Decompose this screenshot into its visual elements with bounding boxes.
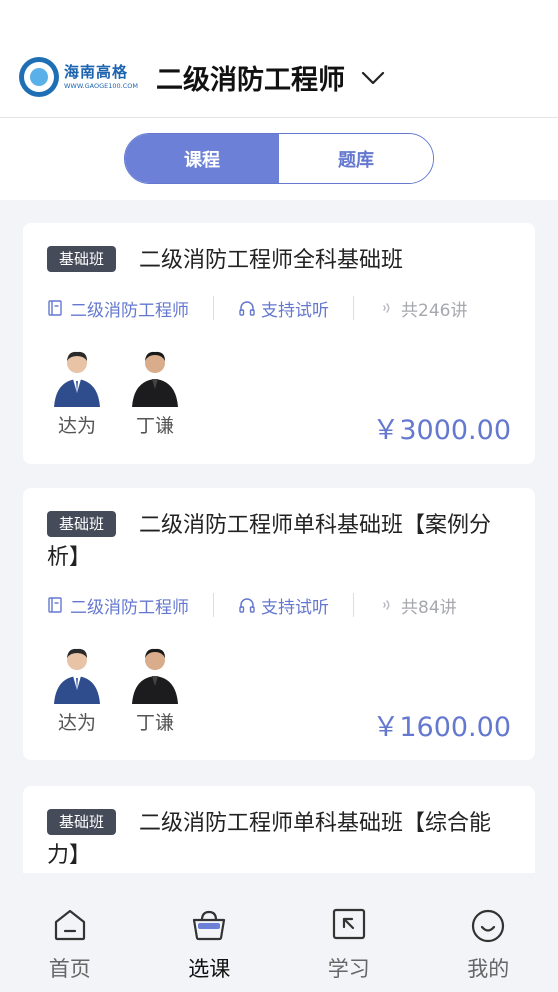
logo-url: WWW.GAOGE100.COM bbox=[64, 82, 138, 90]
teacher[interactable]: 达为 bbox=[47, 646, 107, 736]
course-card[interactable]: 基础班 二级消防工程师单科基础班【案例分析】 二级消防工程师 支持试听 共84讲… bbox=[23, 488, 535, 760]
tab-label: 我的 bbox=[467, 957, 510, 981]
lesson-count: 共84讲 bbox=[401, 597, 457, 618]
page-title: 二级消防工程师 bbox=[156, 65, 345, 96]
home-icon bbox=[54, 909, 85, 941]
tab-courses[interactable]: 课程 bbox=[125, 134, 279, 183]
course-meta: 二级消防工程师 支持试听 共84讲 bbox=[47, 593, 457, 618]
teacher-avatar bbox=[54, 351, 100, 407]
course-title: 二级消防工程师全科基础班 bbox=[139, 248, 404, 273]
basket-icon bbox=[193, 910, 226, 941]
teacher-avatar bbox=[132, 351, 178, 407]
audio-wave-icon bbox=[383, 600, 390, 610]
teacher[interactable]: 丁谦 bbox=[125, 349, 185, 439]
smile-icon bbox=[472, 909, 505, 943]
trial-label: 支持试听 bbox=[261, 597, 329, 618]
teacher-avatar bbox=[132, 648, 178, 704]
divider bbox=[213, 296, 214, 320]
logo-name: 海南高格 bbox=[64, 63, 129, 81]
teacher-name: 丁谦 bbox=[135, 712, 174, 734]
course-price: ￥1600.00 bbox=[372, 712, 511, 743]
teacher[interactable]: 丁谦 bbox=[125, 646, 185, 736]
brand-logo: 海南高格 WWW.GAOGE100.COM bbox=[19, 57, 138, 97]
course-level-badge: 基础班 bbox=[47, 809, 117, 835]
header: 海南高格 WWW.GAOGE100.COM 二级消防工程师 bbox=[0, 0, 558, 118]
course-card[interactable]: 基础班 二级消防工程师单科基础班【综合能力】 bbox=[23, 786, 535, 873]
course-category: 二级消防工程师 bbox=[70, 597, 189, 618]
audio-wave-icon bbox=[383, 303, 390, 313]
course-level-badge: 基础班 bbox=[47, 511, 117, 537]
tab-courses-select[interactable]: 选课 bbox=[140, 873, 280, 992]
book-icon bbox=[48, 597, 62, 613]
tab-question-bank[interactable]: 题库 bbox=[279, 134, 433, 183]
divider bbox=[353, 593, 354, 617]
study-icon bbox=[332, 908, 365, 940]
teacher-avatar bbox=[54, 648, 100, 704]
segment-bar: 课程 题库 bbox=[0, 118, 558, 200]
bottom-tab-bar: 首页 选课 学习 我的 bbox=[0, 873, 558, 992]
tab-study[interactable]: 学习 bbox=[279, 873, 419, 992]
teacher[interactable]: 达为 bbox=[47, 349, 107, 439]
tab-home[interactable]: 首页 bbox=[0, 873, 140, 992]
tab-label: 学习 bbox=[327, 957, 370, 981]
teacher-name: 达为 bbox=[57, 712, 96, 734]
trial-label: 支持试听 bbox=[261, 300, 329, 321]
course-meta: 二级消防工程师 支持试听 共246讲 bbox=[47, 296, 468, 321]
teacher-name: 达为 bbox=[57, 415, 96, 437]
tab-label: 选课 bbox=[188, 957, 231, 981]
lesson-count: 共246讲 bbox=[401, 300, 468, 321]
chevron-down-icon bbox=[361, 71, 385, 84]
course-price: ￥3000.00 bbox=[372, 415, 511, 446]
teacher-name: 丁谦 bbox=[135, 415, 174, 437]
divider bbox=[213, 593, 214, 617]
headphones-icon bbox=[239, 301, 255, 316]
headphones-icon bbox=[239, 598, 255, 613]
tab-label: 首页 bbox=[48, 957, 91, 981]
course-card[interactable]: 基础班 二级消防工程师全科基础班 二级消防工程师 支持试听 共246讲 达为 丁… bbox=[23, 223, 535, 464]
tab-profile[interactable]: 我的 bbox=[419, 873, 558, 992]
segmented-control: 课程 题库 bbox=[124, 133, 434, 184]
exam-selector[interactable]: 二级消防工程师 bbox=[156, 58, 387, 97]
course-category: 二级消防工程师 bbox=[70, 300, 189, 321]
divider bbox=[353, 296, 354, 320]
course-level-badge: 基础班 bbox=[47, 246, 117, 272]
book-icon bbox=[48, 300, 62, 316]
logo-icon bbox=[19, 57, 59, 97]
